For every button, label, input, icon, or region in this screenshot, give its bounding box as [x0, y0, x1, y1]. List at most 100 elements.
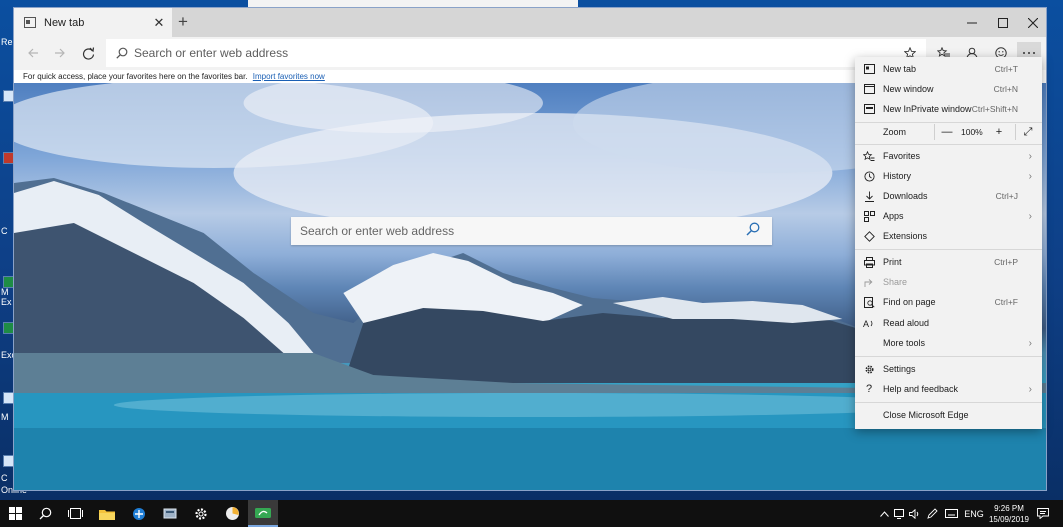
taskbar: ENG 9:26 PM 15/09/2019	[0, 500, 1063, 527]
menu-label: Settings	[883, 364, 916, 374]
page-search-input[interactable]	[300, 224, 730, 238]
svg-text:A: A	[863, 319, 869, 329]
search-icon[interactable]	[746, 222, 760, 236]
windows-logo-icon	[8, 507, 22, 520]
menu-separator	[855, 144, 1042, 145]
chevron-right-icon: ›	[1028, 337, 1032, 349]
import-favorites-link[interactable]: Import favorites now	[253, 72, 325, 81]
action-center-button[interactable]	[1035, 500, 1051, 527]
show-hidden-icons-button[interactable]	[878, 500, 890, 527]
system-clock[interactable]: 9:26 PM 15/09/2019	[986, 503, 1032, 525]
menu-item-apps[interactable]: Apps ›	[855, 206, 1042, 226]
menu-label: More tools	[883, 338, 926, 348]
desktop-icon-label: M	[1, 287, 9, 297]
page-search-box[interactable]	[291, 217, 772, 245]
search-button[interactable]	[30, 500, 60, 527]
clock-app-button[interactable]	[217, 500, 247, 527]
menu-item-more-tools[interactable]: More tools ›	[855, 333, 1042, 353]
chevron-right-icon: ›	[1028, 383, 1032, 395]
ellipsis-icon	[1023, 52, 1035, 54]
question-mark-icon: ?	[865, 383, 873, 395]
maximize-button[interactable]	[987, 8, 1019, 37]
apps-icon	[863, 210, 875, 222]
tab-close-icon[interactable]: ✕	[152, 15, 166, 31]
chevron-right-icon: ›	[1028, 170, 1032, 182]
fullscreen-button[interactable]: ⤢	[1017, 122, 1039, 142]
desktop-icon-label: C	[1, 226, 8, 236]
printer-icon	[863, 256, 875, 268]
desktop-icon-label: M	[1, 412, 9, 422]
menu-label: New InPrivate window	[883, 104, 972, 114]
menu-label: Share	[883, 277, 908, 287]
menu-label: Help and feedback	[883, 384, 959, 394]
refresh-button[interactable]	[76, 42, 100, 64]
tab-favicon-icon	[24, 17, 36, 28]
task-view-button[interactable]	[60, 500, 90, 527]
menu-item-zoom: Zoom — 100% + ⤢	[855, 122, 1042, 142]
chevron-right-icon: ›	[1028, 210, 1032, 222]
pen-button[interactable]	[925, 500, 939, 527]
keyboard-button[interactable]	[943, 500, 959, 527]
title-bar[interactable]: New tab ✕ +	[14, 8, 1046, 37]
zoom-out-button[interactable]: —	[936, 122, 958, 142]
notification-icon	[1037, 508, 1049, 519]
settings-app-button[interactable]	[186, 500, 216, 527]
close-icon	[1028, 17, 1038, 28]
menu-item-find-on-page[interactable]: Find on page Ctrl+F	[855, 292, 1042, 312]
menu-item-new-window[interactable]: New window Ctrl+N	[855, 79, 1042, 99]
menu-item-history[interactable]: History ›	[855, 166, 1042, 186]
keyboard-icon	[944, 509, 958, 518]
menu-item-read-aloud[interactable]: A Read aloud	[855, 313, 1042, 333]
menu-item-downloads[interactable]: Downloads Ctrl+J	[855, 186, 1042, 206]
minimize-button[interactable]	[956, 8, 988, 37]
menu-item-new-tab[interactable]: New tab Ctrl+T	[855, 59, 1042, 79]
back-arrow-icon	[28, 48, 38, 58]
favorites-icon	[863, 150, 875, 162]
task-view-icon	[67, 508, 83, 519]
menu-label: New window	[883, 84, 934, 94]
menu-label: Apps	[883, 211, 904, 221]
network-app-button[interactable]	[124, 500, 154, 527]
search-icon	[116, 47, 128, 59]
search-icon	[39, 507, 51, 520]
menu-label: Zoom	[883, 127, 907, 137]
menu-item-settings[interactable]: Settings	[855, 359, 1042, 379]
menu-label: Find on page	[883, 297, 936, 307]
menu-label: Favorites	[883, 151, 921, 161]
menu-item-help-and-feedback[interactable]: ? Help and feedback ›	[855, 379, 1042, 399]
extensions-icon	[863, 230, 875, 242]
menu-item-new-inprivate-window[interactable]: New InPrivate window Ctrl+Shift+N	[855, 99, 1042, 119]
menu-separator	[855, 356, 1042, 357]
start-button[interactable]	[0, 500, 30, 527]
edge-browser-taskbar-button[interactable]	[248, 500, 278, 527]
speaker-icon	[909, 508, 919, 519]
menu-item-extensions[interactable]: Extensions	[855, 226, 1042, 246]
address-bar[interactable]	[106, 39, 926, 67]
volume-button[interactable]	[908, 500, 922, 527]
new-tab-button[interactable]: +	[174, 12, 192, 32]
menu-label: History	[883, 171, 912, 181]
zoom-in-button[interactable]: +	[988, 122, 1010, 142]
download-icon	[863, 190, 875, 202]
close-window-button[interactable]	[1017, 8, 1046, 37]
menu-item-close-microsoft-edge[interactable]: Close Microsoft Edge	[855, 405, 1042, 425]
menu-shortcut: Ctrl+P	[994, 257, 1018, 267]
folder-icon	[99, 509, 115, 520]
tab-new-tab[interactable]: New tab ✕	[14, 8, 172, 37]
input-language-indicator[interactable]: ENG	[962, 500, 986, 527]
maximize-icon	[998, 17, 1008, 28]
desktop-icon-label: C	[1, 473, 8, 483]
tray-device-icon[interactable]	[893, 500, 907, 527]
forward-arrow-icon	[55, 48, 65, 58]
history-icon	[863, 170, 875, 182]
refresh-icon	[82, 46, 94, 60]
menu-item-print[interactable]: Print Ctrl+P	[855, 252, 1042, 272]
file-explorer-button[interactable]	[92, 500, 122, 527]
forward-button[interactable]	[48, 42, 72, 64]
server-manager-button[interactable]	[155, 500, 185, 527]
back-button[interactable]	[21, 42, 45, 64]
menu-label: Print	[883, 257, 902, 267]
menu-label: Read aloud	[883, 318, 930, 328]
address-input[interactable]	[134, 46, 874, 60]
menu-item-favorites[interactable]: Favorites ›	[855, 146, 1042, 166]
